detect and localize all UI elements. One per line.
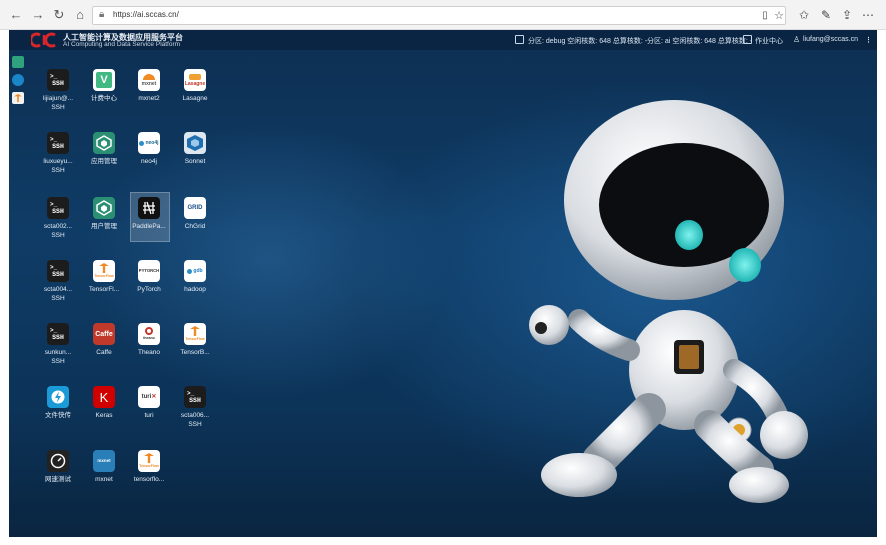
sonnet-icon [184, 132, 206, 154]
app-paddlepaddle[interactable]: PaddlePa... [129, 192, 170, 253]
lasagne-icon: Lasagne [184, 69, 206, 91]
job-center-link[interactable]: 作业中心 [755, 36, 783, 46]
menu-dots-icon[interactable]: ⋮ [865, 36, 872, 44]
refresh-icon[interactable]: ↻ [51, 7, 67, 23]
keras-icon: K [93, 386, 115, 408]
favorites-icon[interactable]: ✩ [796, 7, 812, 23]
cnic-logo [31, 32, 56, 48]
app-hadoop[interactable]: gdb hadoop [175, 260, 215, 316]
turi-icon: turi ✕ [138, 386, 160, 408]
app-chgrid[interactable]: GRID ChGrid [175, 197, 215, 253]
app-label: TensorB... [180, 349, 210, 356]
app-pytorch[interactable]: PYTORCH PyTorch [129, 260, 169, 316]
caffe-icon: Caffe [93, 323, 115, 345]
lock-icon: 🔒︎ [99, 9, 105, 20]
pen-icon[interactable]: ✎ [818, 7, 834, 23]
ssh-icon: >_ SSH [47, 132, 69, 154]
ssh-icon: >_ SSH [47, 69, 69, 91]
app-tensorflow-2[interactable]: TensorFlow tensorflo... [129, 450, 169, 506]
url-text: https://ai.sccas.cn/ [113, 10, 179, 19]
job-icon [743, 35, 752, 44]
hadoop-icon: gdb [184, 260, 206, 282]
app-ssh-scta004[interactable]: >_ SSH scta004... SSH [38, 260, 78, 316]
app-label: scta006... SSH [180, 412, 210, 428]
robot-illustration [529, 100, 808, 503]
dock-tensorflow-icon[interactable] [12, 92, 24, 104]
cube-icon [93, 197, 115, 219]
app-application-management[interactable]: 应用管理 [84, 132, 124, 188]
app-label: ChGrid [184, 223, 206, 230]
app-sonnet[interactable]: Sonnet [175, 132, 215, 188]
app-label: Sonnet [184, 158, 206, 165]
pytorch-icon: PYTORCH [138, 260, 160, 282]
app-label: tensorflo... [133, 476, 165, 483]
dock-cube-icon[interactable] [12, 56, 24, 68]
app-ssh-liuxueyu[interactable]: >_ SSH liuxueyu... SSH [38, 132, 78, 188]
chgrid-icon: GRID [184, 197, 206, 219]
address-bar[interactable]: 🔒︎ https://ai.sccas.cn/ ▯ ☆ [92, 6, 786, 25]
paddle-icon [138, 197, 160, 219]
cube-icon [93, 132, 115, 154]
app-ssh-scta006[interactable]: >_ SSH scta006... SSH [175, 386, 215, 442]
app-turi[interactable]: turi ✕ turi [129, 386, 169, 442]
back-arrow-icon[interactable]: ← [8, 7, 24, 23]
app-neo4j[interactable]: neo4j neo4j [129, 132, 169, 188]
user-account[interactable]: liufang@sccas.cn [803, 36, 858, 43]
app-ssh-lijiajun[interactable]: >_ SSH lijiajun@... SSH [38, 69, 78, 125]
app-mxnet2[interactable]: mxnet mxnet2 [129, 69, 169, 125]
home-icon[interactable]: ⌂ [72, 7, 88, 23]
mxnet-icon: mxnet [93, 450, 115, 472]
app-label: Lasagne [182, 95, 208, 102]
tensorflow-icon: TensorFlow [138, 450, 160, 472]
ssh-icon: >_ SSH [47, 323, 69, 345]
vue-icon: V [93, 69, 115, 91]
desktop: 人工智能计算及数据应用服务平台 AI Computing and Data Se… [9, 30, 877, 537]
partition-status: 分区: debug 空闲核数: 648 总算核数: -分区: ai 空闲核数: … [528, 38, 753, 45]
dock-transfer-icon[interactable] [12, 74, 24, 86]
app-network-speed-test[interactable]: 网速测试 [38, 450, 78, 506]
favorite-star-icon[interactable]: ☆ [771, 8, 787, 24]
ssh-icon: >_ SSH [47, 260, 69, 282]
platform-header: 人工智能计算及数据应用服务平台 AI Computing and Data Se… [9, 30, 877, 50]
forward-arrow-icon[interactable]: → [30, 7, 46, 23]
app-label: hadoop [184, 286, 206, 293]
app-mxnet[interactable]: mxnet mxnet [84, 450, 124, 506]
tensorflow-icon: TensorFlow [93, 260, 115, 282]
app-tensorflow[interactable]: TensorFlow TensorFl... [84, 260, 124, 316]
share-icon[interactable]: ⇪ [839, 7, 855, 23]
cluster-icon [515, 35, 524, 44]
theano-icon: theano [138, 323, 160, 345]
app-ssh-scta002[interactable]: >_ SSH scta002... SSH [38, 197, 78, 253]
user-icon: ♙ [793, 35, 801, 44]
brand-subtitle: AI Computing and Data Service Platform [63, 41, 181, 48]
mxnet-icon: mxnet [138, 69, 160, 91]
app-theano[interactable]: theano Theano [129, 323, 169, 379]
neo4j-icon: neo4j [138, 132, 160, 154]
ssh-icon: >_ SSH [47, 197, 69, 219]
speedometer-icon [47, 450, 69, 472]
lightning-icon [47, 386, 69, 408]
app-ssh-sunkun[interactable]: >_ SSH sunkun... SSH [38, 323, 78, 379]
app-keras[interactable]: K Keras [84, 386, 124, 442]
app-user-management[interactable]: 用户管理 [84, 197, 124, 253]
ssh-icon: >_ SSH [184, 386, 206, 408]
app-billing-center[interactable]: V 计费中心 [84, 69, 124, 125]
app-lasagne[interactable]: Lasagne Lasagne [175, 69, 215, 125]
app-file-transfer[interactable]: 文件快传 [38, 386, 78, 442]
tensorboard-icon: TensorFlow [184, 323, 206, 345]
app-caffe[interactable]: Caffe Caffe [84, 323, 124, 379]
more-icon[interactable]: ⋯ [860, 7, 876, 23]
browser-toolbar: ← → ↻ ⌂ 🔒︎ https://ai.sccas.cn/ ▯ ☆ ✩ ✎ … [0, 0, 886, 30]
app-tensorboard[interactable]: TensorFlow TensorB... [175, 323, 215, 379]
